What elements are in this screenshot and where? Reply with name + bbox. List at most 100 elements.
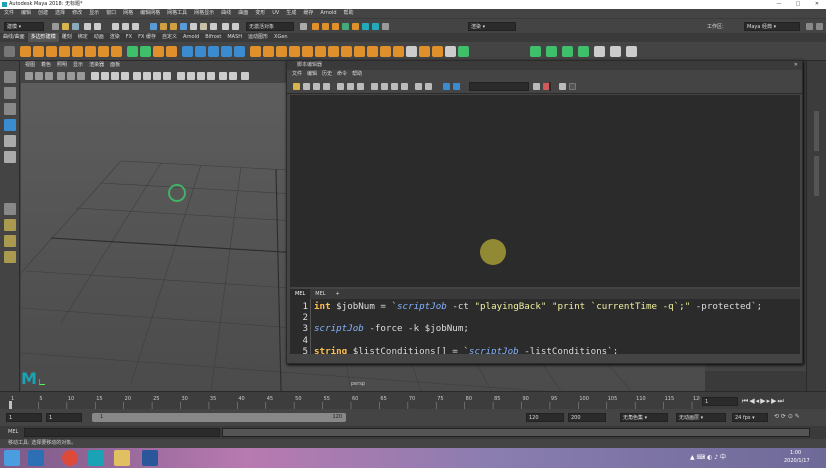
clear-history-icon[interactable] xyxy=(337,83,344,90)
type-icon[interactable] xyxy=(153,46,164,57)
shelf-tab[interactable]: 自定义 xyxy=(159,33,180,42)
menu-item[interactable]: 文件 xyxy=(4,10,14,16)
uv-editor-icon[interactable] xyxy=(458,46,469,57)
anim-layer-select[interactable]: 无动画层 ▾ xyxy=(676,413,726,422)
auto-map-icon[interactable] xyxy=(578,46,589,57)
combine-icon[interactable] xyxy=(182,46,193,57)
select-object-icon[interactable] xyxy=(122,23,129,30)
pick-mask-icon-4[interactable] xyxy=(180,23,187,30)
range-slider[interactable]: 1 120 xyxy=(92,413,346,422)
menu-item[interactable]: 缓存 xyxy=(303,10,313,16)
execute-selected-icon[interactable] xyxy=(453,83,460,90)
shelf-tab[interactable]: 曲线/曲面 xyxy=(0,33,28,42)
menu-item[interactable]: 历史 xyxy=(322,71,332,77)
render-setup-icon[interactable] xyxy=(352,23,359,30)
toggle-attribute-icon[interactable] xyxy=(816,23,823,30)
select-tool-icon[interactable] xyxy=(4,71,16,83)
chrome-icon[interactable] xyxy=(62,450,78,466)
bevel-icon[interactable] xyxy=(276,46,287,57)
modeling-toolkit-tab[interactable] xyxy=(814,111,819,151)
separate-icon[interactable] xyxy=(195,46,206,57)
show-both-icon[interactable] xyxy=(391,83,398,90)
menu-item[interactable]: 编辑 xyxy=(307,71,317,77)
close-icon[interactable]: ✕ xyxy=(808,0,826,9)
clear-input-icon[interactable] xyxy=(347,83,354,90)
menu-item[interactable]: 生成 xyxy=(286,10,296,16)
shelf-tab[interactable]: 渲染 xyxy=(107,33,123,42)
shelf-tab[interactable]: 多边形建模 xyxy=(27,33,59,42)
isolate-icon[interactable] xyxy=(177,72,185,80)
menu-item[interactable]: 命令 xyxy=(337,71,347,77)
time-slider[interactable]: 1 5 10 15 20 25 30 35 40 45 50 55 60 65 70 75 80 85 90 95 10… xyxy=(0,391,826,410)
grid-toggle-icon[interactable] xyxy=(57,72,65,80)
torus-icon[interactable] xyxy=(72,46,83,57)
character-set-select[interactable]: 无角色集 ▾ xyxy=(620,413,668,422)
shelf-tab[interactable]: Bifrost xyxy=(202,33,224,42)
search-field[interactable] xyxy=(469,82,529,91)
boolean-icon[interactable] xyxy=(221,46,232,57)
snap-curve-icon[interactable] xyxy=(232,23,239,30)
menu-item[interactable]: 渲染器 xyxy=(89,62,104,68)
shelf-tab[interactable]: 雕刻 xyxy=(59,33,75,42)
film-gate-icon[interactable] xyxy=(67,72,75,80)
script-input[interactable]: 1 int $jobNum = `scriptJob -ct "playingBa… xyxy=(290,299,800,354)
word-icon[interactable] xyxy=(142,450,158,466)
redo-icon[interactable] xyxy=(94,23,101,30)
camera-attr-icon[interactable] xyxy=(35,72,43,80)
shelf-tab[interactable]: MASH xyxy=(224,33,245,42)
script-tab[interactable]: MEL xyxy=(290,289,311,299)
insert-loop-icon[interactable] xyxy=(380,46,391,57)
current-frame-field[interactable]: 1 xyxy=(702,397,738,406)
offset-loop-icon[interactable] xyxy=(393,46,404,57)
shelf-tab[interactable]: 绑定 xyxy=(75,33,91,42)
xray-icon[interactable] xyxy=(187,72,195,80)
target-weld-icon[interactable] xyxy=(328,46,339,57)
target-field[interactable]: 无激活对象 xyxy=(246,22,294,31)
planar-map-icon[interactable] xyxy=(530,46,541,57)
super-shape-icon[interactable] xyxy=(127,46,138,57)
menu-item[interactable]: 着色 xyxy=(41,62,51,68)
pick-mask-icon-5[interactable] xyxy=(190,23,197,30)
collapse-icon[interactable] xyxy=(354,46,365,57)
multi-cut-icon[interactable] xyxy=(315,46,326,57)
paint-select-icon[interactable] xyxy=(4,103,16,115)
open-script-icon[interactable] xyxy=(293,83,300,90)
tray-icons[interactable]: ▲ ⌨ ◐ ♪ 中 xyxy=(690,452,750,464)
menu-item[interactable]: 编辑网格 xyxy=(140,10,160,16)
show-history-icon[interactable] xyxy=(371,83,378,90)
hypershade-icon[interactable] xyxy=(342,23,349,30)
textured-icon[interactable] xyxy=(111,72,119,80)
playback-controls[interactable]: ⏮◀◂▶▸▶⏭ xyxy=(742,397,824,406)
command-input[interactable] xyxy=(24,428,220,437)
motion-blur-icon[interactable] xyxy=(153,72,161,80)
spherical-map-icon[interactable] xyxy=(562,46,573,57)
render-field[interactable]: 渲染 ▾ xyxy=(468,22,516,31)
menu-item[interactable]: 网格工具 xyxy=(167,10,187,16)
plane-icon[interactable] xyxy=(85,46,96,57)
rotate-tool-icon[interactable] xyxy=(4,135,16,147)
echo-commands-icon[interactable] xyxy=(415,83,422,90)
poke-icon[interactable] xyxy=(419,46,430,57)
open-scene-icon[interactable] xyxy=(62,23,69,30)
connect-icon[interactable] xyxy=(341,46,352,57)
layout-four-icon[interactable] xyxy=(4,219,16,231)
menu-item[interactable]: 文件 xyxy=(292,71,302,77)
shadows-icon[interactable] xyxy=(133,72,141,80)
quad-draw-icon[interactable] xyxy=(367,46,378,57)
shelf-tab[interactable]: FX 缓存 xyxy=(135,33,159,42)
disc-icon[interactable] xyxy=(98,46,109,57)
xray-active-icon[interactable] xyxy=(207,72,215,80)
camera-select-icon[interactable] xyxy=(25,72,33,80)
layout-persp-icon[interactable] xyxy=(4,251,16,263)
wedge-icon[interactable] xyxy=(432,46,443,57)
folder-icon[interactable] xyxy=(114,450,130,466)
xray-joints-icon[interactable] xyxy=(197,72,205,80)
cylinder-icon[interactable] xyxy=(46,46,57,57)
anim-end-field[interactable]: 120 xyxy=(526,413,564,422)
arnold-render-view-icon[interactable] xyxy=(372,23,379,30)
menu-item[interactable]: 修改 xyxy=(72,10,82,16)
add-tab-button[interactable]: + xyxy=(331,289,345,299)
render-settings-icon[interactable] xyxy=(332,23,339,30)
gamma-icon[interactable] xyxy=(229,72,237,80)
menu-item[interactable]: 网格 xyxy=(123,10,133,16)
